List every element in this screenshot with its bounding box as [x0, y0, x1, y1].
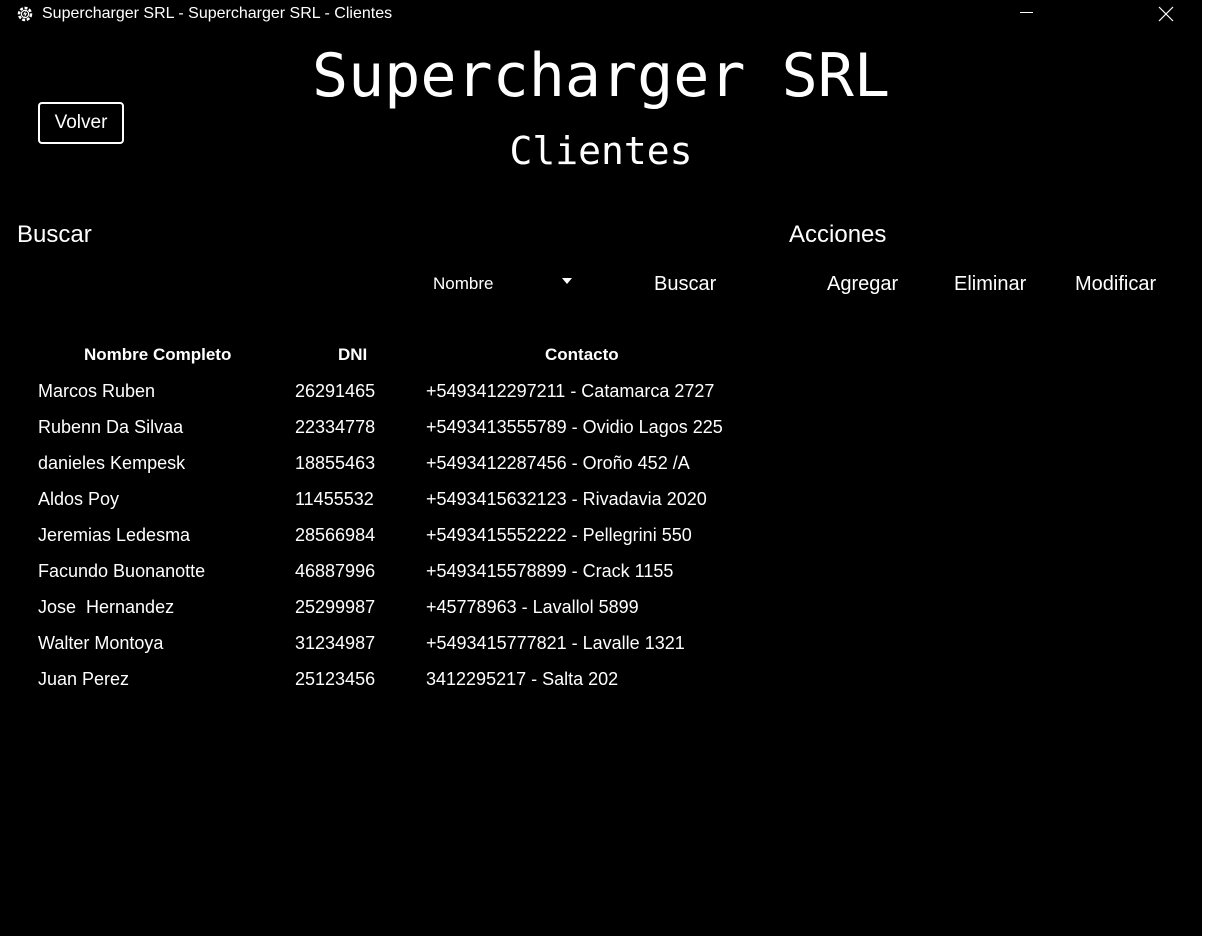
cell-contact: +5493415777821 - Lavalle 1321	[426, 633, 685, 653]
close-button[interactable]	[1148, 0, 1184, 28]
cell-name: Juan Perez	[38, 669, 130, 689]
edit-client-button[interactable]: Modificar	[1075, 271, 1156, 297]
chevron-down-icon	[562, 278, 572, 284]
search-filter-value: Nombre	[433, 274, 494, 293]
table-row[interactable]: Jeremias Ledesma 28566984 +5493415552222…	[0, 522, 760, 558]
table-row[interactable]: Facundo Buonanotte 46887996 +54934155788…	[0, 558, 760, 594]
search-filter-select[interactable]: Nombre	[425, 270, 585, 298]
cell-contact: +45778963 - Lavallol 5899	[426, 597, 639, 617]
page-title: Clientes	[509, 129, 693, 173]
cell-name: Facundo Buonanotte	[38, 561, 206, 581]
cell-dni: 31234987	[295, 633, 376, 653]
table-row[interactable]: Jose Hernandez 25299987 +45778963 - Lava…	[0, 594, 760, 630]
table-row[interactable]: Juan Perez 25123456 3412295217 - Salta 2…	[0, 666, 760, 702]
cell-name: Aldos Poy	[38, 489, 120, 509]
cell-contact: +5493415552222 - Pellegrini 550	[426, 525, 692, 545]
column-header-name[interactable]: Nombre Completo	[84, 344, 231, 366]
table-row[interactable]: Marcos Ruben 26291465 +5493412297211 - C…	[0, 378, 760, 414]
company-title: Supercharger SRL	[312, 41, 890, 111]
cell-dni: 26291465	[295, 381, 376, 401]
cell-contact: +5493415632123 - Rivadavia 2020	[426, 489, 707, 509]
cell-dni: 46887996	[295, 561, 376, 581]
cell-dni: 11455532	[295, 489, 374, 509]
app-window: Supercharger SRL - Supercharger SRL - Cl…	[0, 0, 1202, 936]
table-body: Marcos Ruben 26291465 +5493412297211 - C…	[0, 378, 760, 702]
cell-contact: +5493413555789 - Ovidio Lagos 225	[426, 417, 723, 437]
search-button[interactable]: Buscar	[654, 271, 716, 297]
table-row[interactable]: Walter Montoya 31234987 +5493415777821 -…	[0, 630, 760, 666]
cell-name: Marcos Ruben	[38, 381, 156, 401]
add-client-button[interactable]: Agregar	[827, 271, 898, 297]
cell-contact: +5493415578899 - Crack 1155	[426, 561, 674, 581]
cell-name: Walter Montoya	[38, 633, 164, 653]
cell-dni: 25123456	[295, 669, 376, 689]
table-row[interactable]: Aldos Poy 11455532 +5493415632123 - Riva…	[0, 486, 760, 522]
cell-name: Rubenn Da Silvaa	[38, 417, 184, 437]
cell-dni: 22334778	[295, 417, 376, 437]
table-row[interactable]: danieles Kempesk 18855463 +5493412287456…	[0, 450, 760, 486]
delete-client-button[interactable]: Eliminar	[954, 271, 1026, 297]
window-title: Supercharger SRL - Supercharger SRL - Cl…	[42, 5, 393, 22]
gear-lightning-icon	[15, 5, 35, 23]
search-section-label: Buscar	[17, 221, 92, 248]
cell-contact: +5493412287456 - Oroño 452 /A	[426, 453, 690, 473]
column-header-dni[interactable]: DNI	[338, 344, 367, 366]
actions-section-label: Acciones	[789, 221, 887, 248]
minimize-button[interactable]	[1008, 0, 1044, 28]
cell-name: Jeremias Ledesma	[38, 525, 191, 545]
cell-contact: 3412295217 - Salta 202	[426, 669, 619, 689]
column-header-contact[interactable]: Contacto	[545, 344, 619, 366]
close-icon	[1158, 6, 1174, 22]
cell-dni: 18855463	[295, 453, 376, 473]
cell-dni: 25299987	[295, 597, 376, 617]
cell-name: Jose Hernandez	[38, 597, 175, 617]
cell-name: danieles Kempesk	[38, 453, 186, 473]
title-bar[interactable]: Supercharger SRL - Supercharger SRL - Cl…	[0, 0, 1202, 28]
cell-contact: +5493412297211 - Catamarca 2727	[426, 381, 715, 401]
table-row[interactable]: Rubenn Da Silvaa 22334778 +5493413555789…	[0, 414, 760, 450]
minimize-icon	[1020, 12, 1033, 13]
cell-dni: 28566984	[295, 525, 376, 545]
